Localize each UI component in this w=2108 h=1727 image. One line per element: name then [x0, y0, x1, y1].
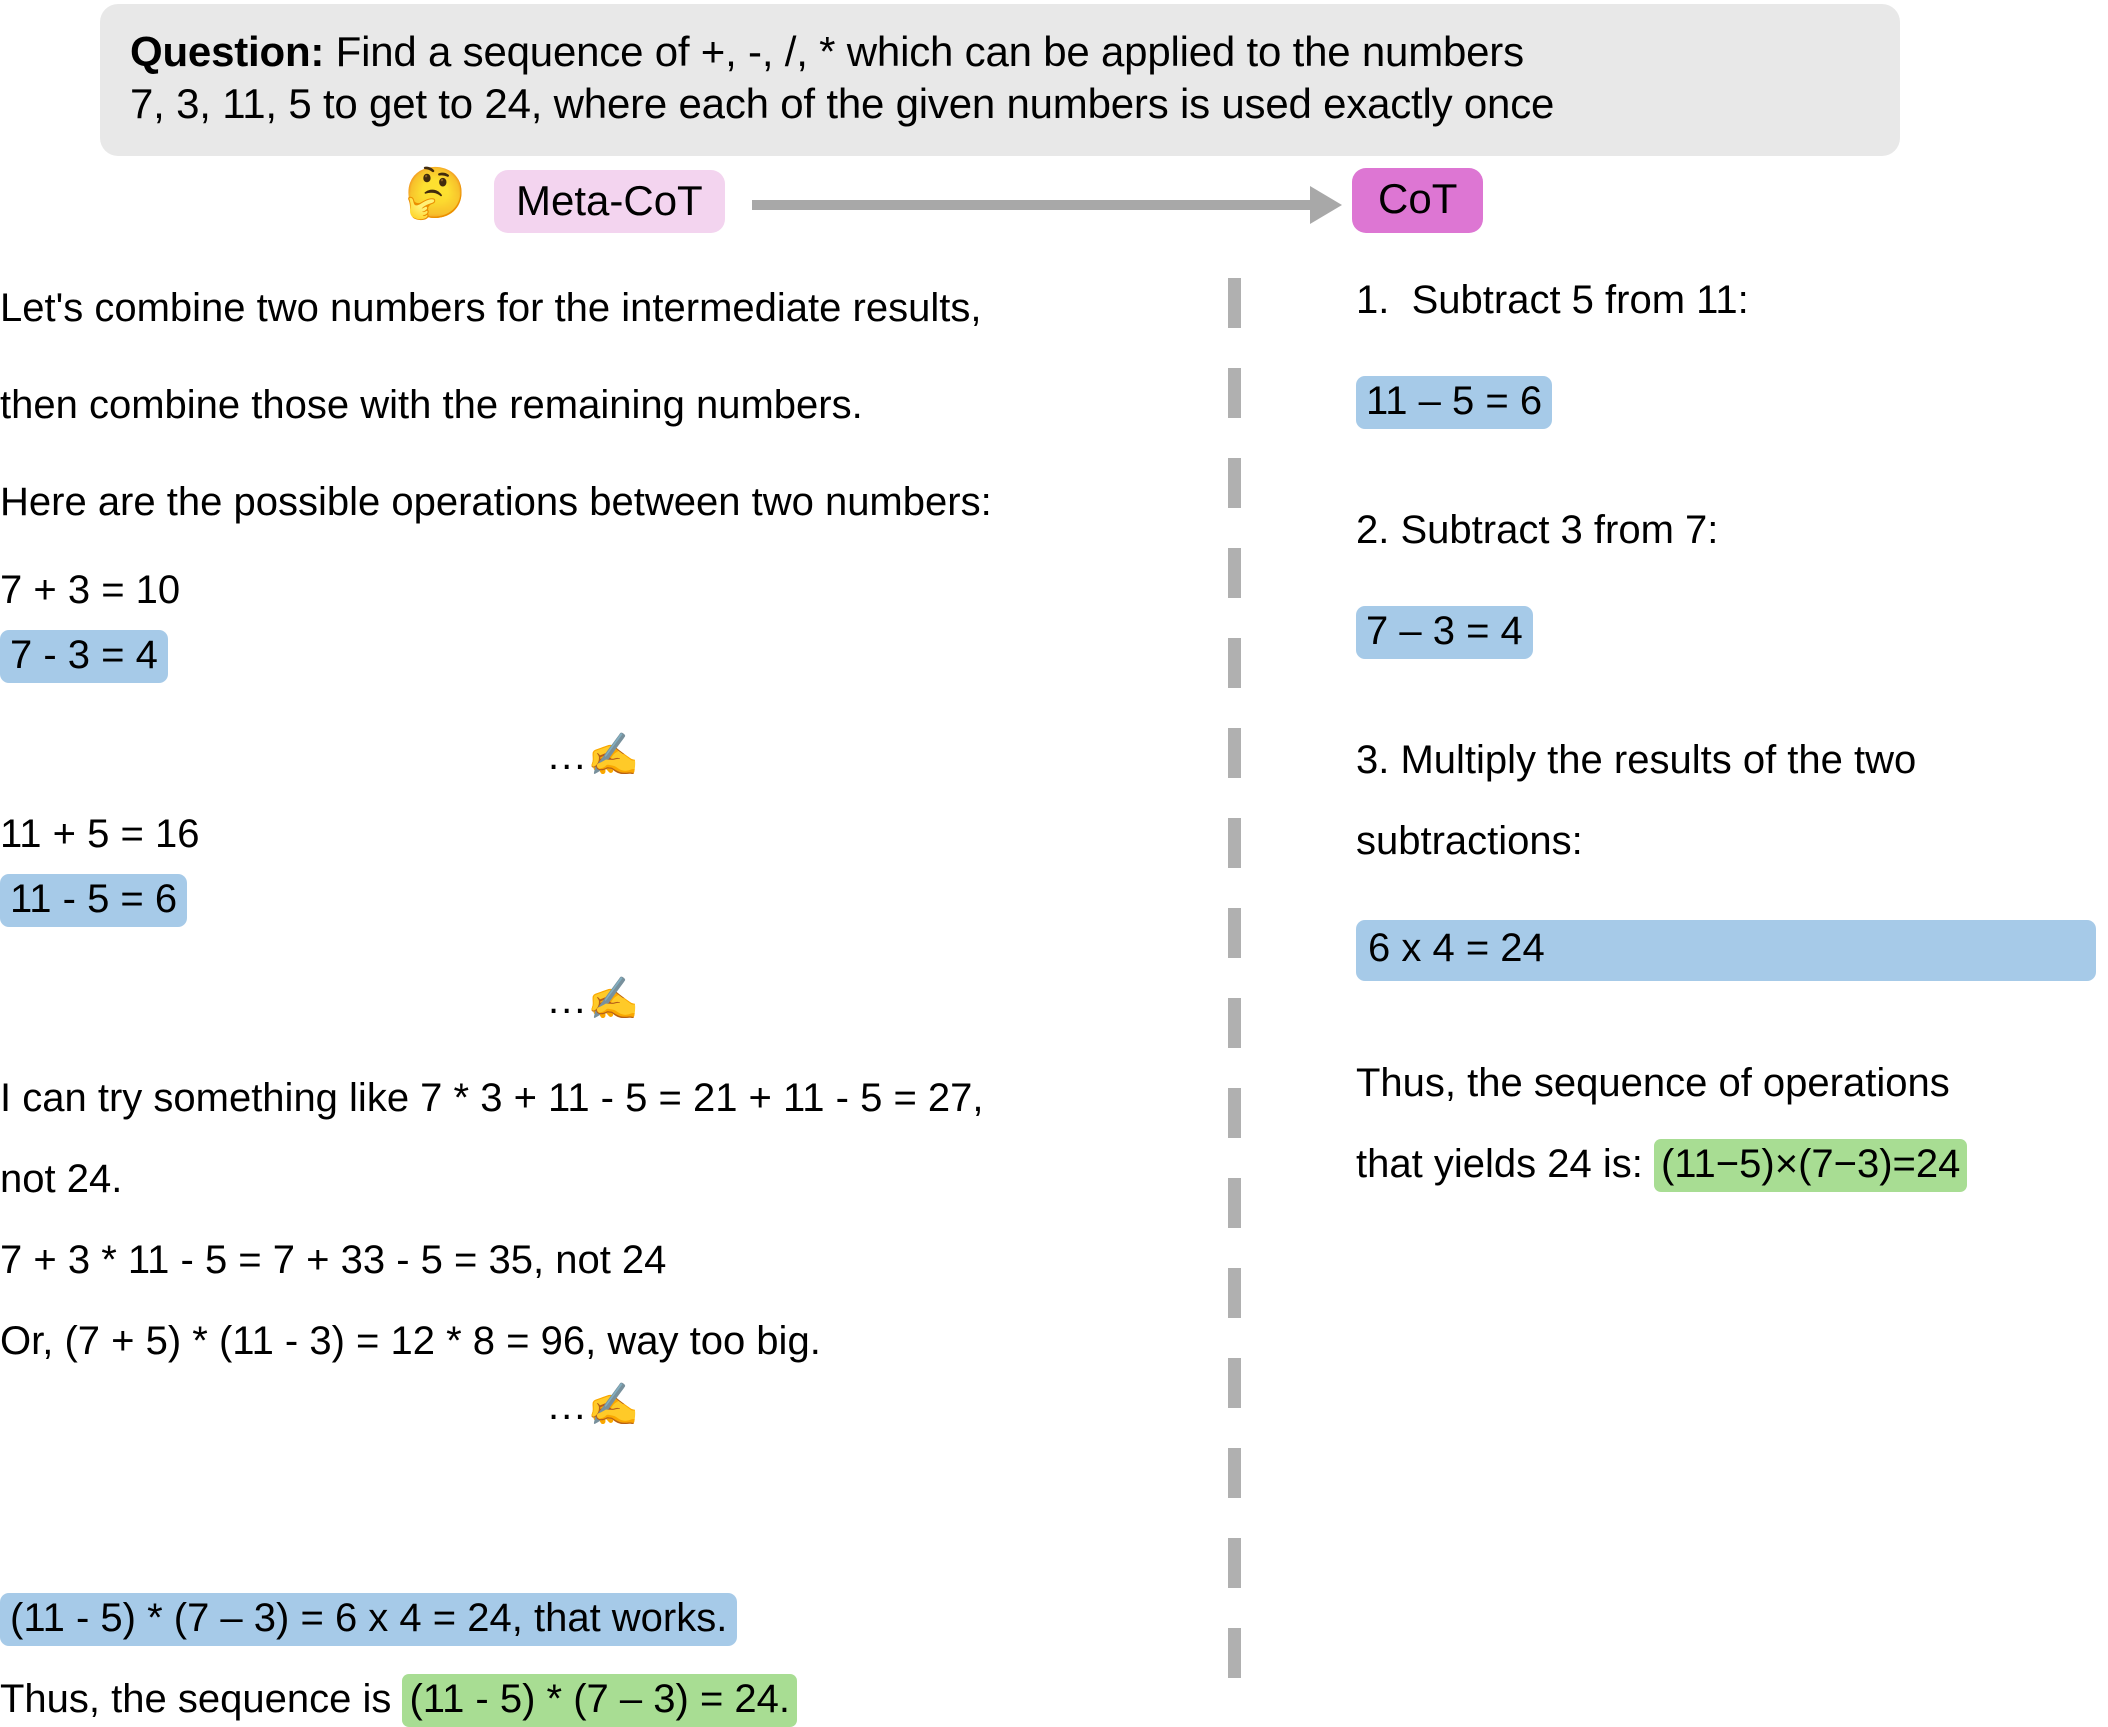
meta-equation-3: 11 + 5 = 16	[0, 812, 200, 857]
cot-conclusion-row: that yields 24 is: (11−5)×(7−3)=24	[1356, 1139, 2108, 1192]
question-banner: Question: Find a sequence of +, -, /, * …	[100, 4, 1900, 157]
cot-conclusion-highlight: (11−5)×(7−3)=24	[1653, 1139, 1968, 1192]
question-line-2: 7, 3, 11, 5 to get to 24, where each of …	[130, 80, 1555, 128]
cot-conclusion-line-1: Thus, the sequence of operations	[1356, 1061, 1950, 1105]
question-text-1: Find a sequence of +, -, /, * which can …	[324, 28, 1524, 75]
meta-equation-2-highlight: 7 - 3 = 4	[0, 630, 168, 684]
cot-step-2-equation-row: 7 – 3 = 4	[1356, 606, 2108, 659]
meta-result-row: (11 - 5) * (7 – 3) = 6 x 4 = 24, that wo…	[0, 1593, 1200, 1647]
meta-intro-line-2: then combine those with the remaining nu…	[0, 382, 863, 427]
meta-attempt-line-2: not 24.	[0, 1157, 123, 1202]
cot-step-2-label: 2. Subtract 3 from 7:	[1356, 508, 1719, 552]
meta-intro-line-3: Here are the possible operations between…	[0, 479, 992, 524]
question-line-1: Question: Find a sequence of +, -, /, * …	[130, 26, 1870, 78]
meta-separator-2: ...✍	[0, 975, 1200, 1023]
writing-hand-icon: ✍	[587, 975, 640, 1023]
meta-equation-4-highlight: 11 - 5 = 6	[0, 874, 188, 928]
cot-badge: CoT	[1352, 168, 1484, 234]
thinking-face-icon: 🤔	[404, 165, 467, 221]
writing-hand-icon: ✍	[587, 1381, 640, 1429]
meta-equation-4-row: 11 - 5 = 6	[0, 874, 1200, 928]
ellipsis-text: ...	[548, 1384, 588, 1429]
meta-separator-1: ...✍	[0, 731, 1200, 779]
cot-step-3-label-line-1: 3. Multiply the results of the two	[1356, 738, 1917, 782]
cot-column: 1. Subtract 5 from 11: 11 – 5 = 6 2. Sub…	[1356, 278, 2108, 1192]
meta-result-highlight: (11 - 5) * (7 – 3) = 6 x 4 = 24, that wo…	[0, 1593, 738, 1647]
meta-attempt-line-4: Or, (7 + 5) * (11 - 3) = 12 * 8 = 96, wa…	[0, 1319, 821, 1364]
column-divider	[1228, 278, 1241, 1678]
cot-step-3-equation: 6 x 4 = 24	[1356, 920, 2096, 981]
cot-step-1-label: 1. Subtract 5 from 11:	[1356, 278, 1749, 322]
meta-equation-1: 7 + 3 = 10	[0, 568, 181, 613]
pipeline-header: 🤔 Meta-CoT CoT	[0, 165, 2108, 240]
meta-cot-badge: Meta-CoT	[494, 170, 725, 234]
question-label: Question:	[130, 28, 325, 75]
ellipsis-text: ...	[548, 978, 588, 1023]
cot-step-3-label-line-2: subtractions:	[1356, 819, 1583, 863]
meta-attempt-line-1: I can try something like 7 * 3 + 11 - 5 …	[0, 1076, 984, 1121]
cot-step-1-equation: 11 – 5 = 6	[1356, 376, 1553, 429]
arrow-right-icon	[752, 186, 1342, 224]
meta-intro-line-1: Let's combine two numbers for the interm…	[0, 286, 982, 330]
cot-step-2-equation: 7 – 3 = 4	[1356, 606, 1533, 659]
cot-step-1-equation-row: 11 – 5 = 6	[1356, 376, 2108, 429]
meta-separator-3: ...✍	[0, 1381, 1200, 1429]
ellipsis-text: ...	[548, 734, 588, 779]
meta-attempt-line-3: 7 + 3 * 11 - 5 = 7 + 33 - 5 = 35, not 24	[0, 1238, 667, 1283]
meta-conclusion-highlight: (11 - 5) * (7 – 3) = 24.	[402, 1674, 798, 1727]
arrow-shaft	[752, 200, 1314, 210]
meta-cot-column: Let's combine two numbers for the interm…	[0, 278, 1200, 1727]
arrow-head	[1310, 186, 1342, 224]
cot-conclusion-prefix: that yields 24 is:	[1356, 1142, 1654, 1186]
writing-hand-icon: ✍	[587, 731, 640, 779]
meta-conclusion-prefix: Thus, the sequence is	[0, 1677, 403, 1722]
meta-conclusion-row: Thus, the sequence is (11 - 5) * (7 – 3)…	[0, 1674, 1200, 1727]
meta-equation-2-row: 7 - 3 = 4	[0, 630, 1200, 684]
